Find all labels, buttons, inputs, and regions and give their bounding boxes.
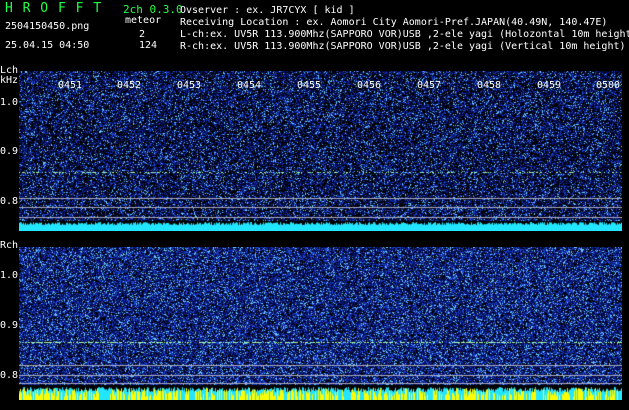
time-tick: 0457 bbox=[417, 80, 442, 91]
time-tick: 0454 bbox=[237, 80, 262, 91]
meteor-label: meteor bbox=[125, 15, 162, 26]
observer-text: Ovserver : ex. JR7CYX [ kid ] bbox=[180, 5, 355, 16]
time-tick: 0451 bbox=[58, 80, 83, 91]
rch-ytick-2: 0.9 bbox=[0, 320, 19, 331]
lch-unit: kHz bbox=[0, 75, 19, 86]
rch-label: Rch bbox=[0, 240, 19, 251]
datetime-label: 25.04.15 04:50 bbox=[5, 40, 90, 51]
lch-spectrogram bbox=[19, 71, 622, 231]
lch-ytick-2: 0.9 bbox=[0, 146, 19, 157]
time-tick: 0458 bbox=[477, 80, 502, 91]
rch-spectrogram bbox=[19, 247, 622, 400]
meteor-count-l: 2 bbox=[139, 29, 146, 40]
location-text: Receiving Location : ex. Aomori City Aom… bbox=[180, 17, 608, 28]
time-tick: 0453 bbox=[177, 80, 202, 91]
time-tick: 0456 bbox=[357, 80, 382, 91]
rch-ytick-1: 1.0 bbox=[0, 270, 19, 281]
filename-label: 2504150450.png bbox=[5, 21, 90, 32]
meteor-count-r: 124 bbox=[139, 40, 158, 51]
time-tick: 0500 bbox=[596, 80, 621, 91]
lch-ytick-3: 0.8 bbox=[0, 196, 19, 207]
lch-ytick-1: 1.0 bbox=[0, 97, 19, 108]
lch-description: L-ch:ex. UV5R 113.900Mhz(SAPPORO VOR)USB… bbox=[180, 29, 629, 40]
time-tick: 0459 bbox=[537, 80, 562, 91]
app-title: H R O F F T bbox=[5, 1, 103, 16]
time-tick: 0455 bbox=[297, 80, 322, 91]
rch-ytick-3: 0.8 bbox=[0, 370, 19, 381]
rch-description: R-ch:ex. UV5R 113.900Mhz(SAPPORO VOR)USB… bbox=[180, 41, 626, 52]
time-tick: 0452 bbox=[117, 80, 142, 91]
